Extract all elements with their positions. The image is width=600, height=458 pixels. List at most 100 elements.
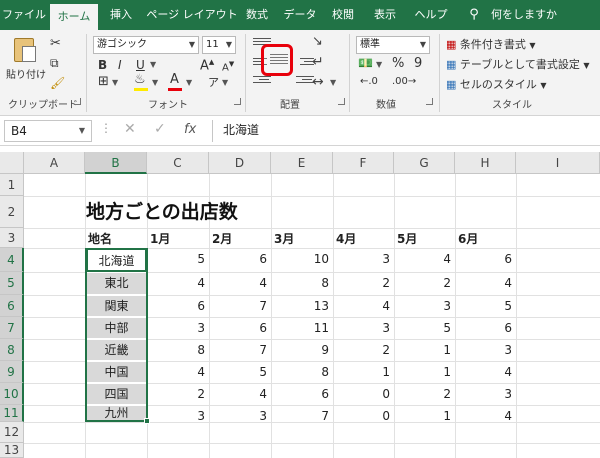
column-header-f[interactable]: F	[333, 152, 394, 174]
value-cell[interactable]: 0	[333, 406, 394, 426]
value-cell[interactable]: 4	[209, 273, 271, 293]
chevron-down-icon[interactable]: ▼	[150, 60, 156, 69]
sheet-title[interactable]: 地方ごとの出店数	[86, 197, 238, 224]
paste-button[interactable]: 貼り付け	[6, 36, 46, 82]
value-cell[interactable]: 4	[147, 273, 209, 293]
tab-review[interactable]: 校閲	[326, 0, 360, 30]
tab-home[interactable]: ホーム	[50, 4, 98, 30]
chevron-down-icon[interactable]: ▼	[152, 78, 158, 87]
value-cell[interactable]: 6	[209, 318, 271, 338]
cut-icon[interactable]: ✂	[50, 36, 61, 51]
fill-color-icon[interactable]: ♨	[134, 72, 146, 87]
conditional-formatting-button[interactable]: ▦ 条件付き書式 ▼	[446, 36, 536, 52]
column-header-i[interactable]: I	[516, 152, 600, 174]
header-month[interactable]: 5月	[397, 229, 453, 249]
value-cell[interactable]: 6	[209, 249, 271, 269]
header-region[interactable]: 地名	[88, 229, 146, 249]
value-cell[interactable]: 4	[394, 249, 455, 269]
region-cell[interactable]: 四国	[86, 383, 147, 405]
tab-data[interactable]: データ	[280, 0, 320, 30]
value-cell[interactable]: 0	[333, 384, 394, 404]
value-cell[interactable]: 4	[455, 406, 516, 426]
percent-button[interactable]: %	[392, 56, 404, 71]
font-color-button[interactable]: A	[170, 72, 179, 87]
value-cell[interactable]: 3	[147, 318, 209, 338]
bold-button[interactable]: B	[98, 58, 107, 72]
region-cell[interactable]: 東北	[86, 272, 147, 295]
value-cell[interactable]: 3	[394, 296, 455, 316]
underline-button[interactable]: U	[136, 58, 145, 72]
region-cell[interactable]: 関東	[86, 295, 147, 317]
value-cell[interactable]: 3	[455, 340, 516, 360]
value-cell[interactable]: 1	[394, 362, 455, 382]
number-launcher-icon[interactable]	[426, 98, 433, 105]
decrease-decimal-icon[interactable]: .00→	[392, 76, 416, 87]
value-cell[interactable]: 2	[394, 273, 455, 293]
value-cell[interactable]: 5	[209, 362, 271, 382]
value-cell[interactable]: 4	[455, 273, 516, 293]
row-header-12[interactable]: 12	[0, 422, 24, 443]
row-header-8[interactable]: 8	[0, 339, 24, 361]
orientation-icon[interactable]: ↘	[312, 34, 323, 49]
tell-me-search[interactable]: 何をしますか	[484, 0, 564, 30]
tab-view[interactable]: 表示	[368, 0, 402, 30]
format-as-table-button[interactable]: ▦ テーブルとして書式設定 ▼	[446, 56, 590, 72]
value-cell[interactable]: 8	[147, 340, 209, 360]
value-cell[interactable]: 5	[455, 296, 516, 316]
value-cell[interactable]: 8	[271, 362, 333, 382]
fill-handle[interactable]	[144, 418, 150, 424]
cell-styles-button[interactable]: ▦ セルのスタイル ▼	[446, 76, 547, 92]
header-month[interactable]: 2月	[212, 229, 268, 249]
formula-input[interactable]: 北海道	[212, 120, 600, 142]
region-cell[interactable]: 近畿	[86, 339, 147, 361]
format-painter-icon[interactable]: 🖌	[50, 76, 65, 90]
column-header-d[interactable]: D	[209, 152, 271, 174]
value-cell[interactable]: 3	[333, 318, 394, 338]
tab-help[interactable]: ヘルプ	[410, 0, 452, 30]
chevron-down-icon[interactable]: ▼	[376, 60, 382, 69]
region-cell[interactable]: 中部	[86, 317, 147, 339]
increase-decimal-icon[interactable]: ←.0	[360, 76, 378, 87]
grow-font-button[interactable]: A▲	[200, 58, 214, 73]
value-cell[interactable]: 2	[333, 340, 394, 360]
select-all-corner[interactable]	[0, 152, 24, 174]
value-cell[interactable]: 7	[209, 296, 271, 316]
value-cell[interactable]: 6	[455, 318, 516, 338]
font-launcher-icon[interactable]	[234, 98, 241, 105]
value-cell[interactable]: 6	[271, 384, 333, 404]
more-options-icon[interactable]: ⋮	[100, 121, 112, 135]
value-cell[interactable]: 8	[271, 273, 333, 293]
value-cell[interactable]: 5	[147, 249, 209, 269]
merge-center-icon[interactable]: ↔	[312, 74, 324, 90]
copy-icon[interactable]: ⧉	[50, 56, 59, 71]
column-header-e[interactable]: E	[271, 152, 333, 174]
value-cell[interactable]: 1	[333, 362, 394, 382]
value-cell[interactable]: 9	[271, 340, 333, 360]
decrease-indent-icon[interactable]	[253, 76, 271, 90]
value-cell[interactable]: 6	[455, 249, 516, 269]
font-name-select[interactable]: 游ゴシック ▼	[93, 36, 199, 54]
phonetic-icon[interactable]: ア	[208, 74, 219, 90]
enter-icon[interactable]: ✓	[154, 121, 166, 137]
value-cell[interactable]: 4	[333, 296, 394, 316]
column-header-g[interactable]: G	[394, 152, 455, 174]
value-cell[interactable]: 1	[394, 340, 455, 360]
active-cell[interactable]: 北海道	[86, 248, 147, 272]
row-header-10[interactable]: 10	[0, 383, 24, 405]
row-header-5[interactable]: 5	[0, 272, 24, 295]
row-header-3[interactable]: 3	[0, 228, 24, 248]
value-cell[interactable]: 2	[147, 384, 209, 404]
cancel-icon[interactable]: ✕	[124, 121, 136, 137]
value-cell[interactable]: 6	[147, 296, 209, 316]
number-format-select[interactable]: 標準 ▼	[356, 36, 430, 54]
value-cell[interactable]: 1	[394, 406, 455, 426]
alignment-launcher-icon[interactable]	[338, 98, 345, 105]
row-header-7[interactable]: 7	[0, 317, 24, 339]
value-cell[interactable]: 10	[271, 249, 333, 269]
tab-insert[interactable]: 挿入	[104, 0, 138, 30]
header-month[interactable]: 6月	[458, 229, 514, 249]
font-size-select[interactable]: 11 ▼	[202, 36, 236, 54]
value-cell[interactable]: 5	[394, 318, 455, 338]
header-month[interactable]: 4月	[336, 229, 392, 249]
wrap-text-icon[interactable]: ↵	[312, 54, 324, 70]
